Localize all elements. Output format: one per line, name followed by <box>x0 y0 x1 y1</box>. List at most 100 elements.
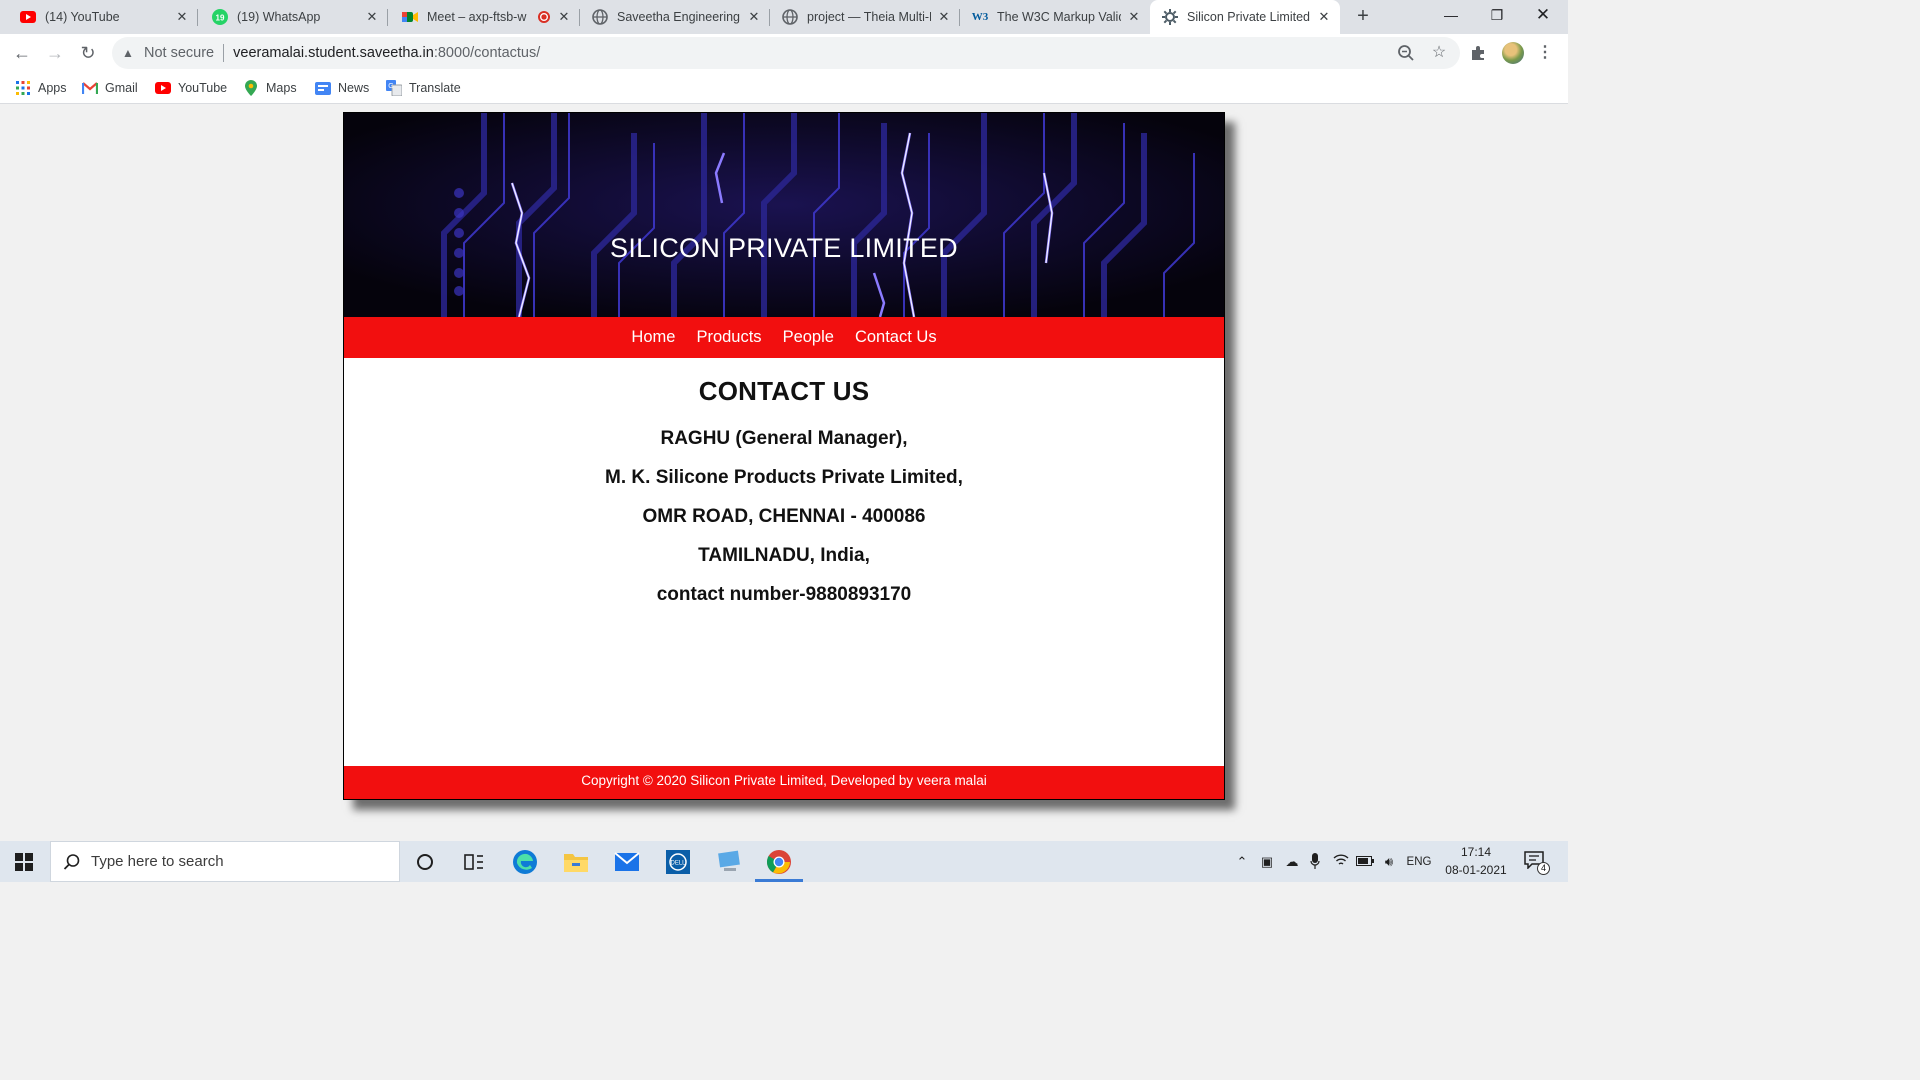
maps-pin-icon <box>243 80 259 96</box>
close-icon[interactable]: ✕ <box>936 9 952 25</box>
bookmarks-bar: Apps Gmail YouTube Maps News G Translate <box>0 72 1568 104</box>
tab-youtube[interactable]: (14) YouTube ✕ <box>0 0 198 34</box>
remote-desktop-icon[interactable] <box>714 847 744 877</box>
svg-text:DELL: DELL <box>670 861 686 867</box>
nav-people-link[interactable]: People <box>783 328 834 347</box>
menu-kebab-icon[interactable]: ⋮ <box>1536 44 1554 62</box>
tab-title: project — Theia Multi-L <box>807 10 931 24</box>
bookmark-youtube[interactable]: YouTube <box>155 78 227 98</box>
security-label[interactable]: Not secure <box>144 45 214 61</box>
action-center-button[interactable]: 4 <box>1524 851 1550 875</box>
start-button[interactable] <box>0 841 48 882</box>
site-footer: Copyright © 2020 Silicon Private Limited… <box>344 766 1224 799</box>
circuit-banner-image <box>344 113 1224 317</box>
zoom-icon[interactable] <box>1397 44 1415 62</box>
tab-theia[interactable]: project — Theia Multi-L ✕ <box>770 0 960 34</box>
meet-now-icon[interactable]: ▣ <box>1259 853 1275 871</box>
tab-title: The W3C Markup Valid <box>997 10 1121 24</box>
tab-silicon-private-limited[interactable]: Silicon Private Limited ✕ <box>1150 0 1340 34</box>
windows-taskbar: Type here to search DELL ⌃ ▣ ☁ 🔊︎ ENG 17… <box>0 841 1568 882</box>
bookmark-label: Apps <box>38 81 67 95</box>
page-viewport: SILICON PRIVATE LIMITED Home Products Pe… <box>0 105 1568 841</box>
translate-icon: G <box>386 80 402 96</box>
news-icon <box>315 80 331 96</box>
address-bar[interactable]: ▲ Not secure veeramalai.student.saveetha… <box>112 37 1460 69</box>
omnibox-divider <box>223 44 225 62</box>
chrome-icon[interactable] <box>764 847 794 877</box>
nav-home-link[interactable]: Home <box>631 328 675 347</box>
bookmark-news[interactable]: News <box>315 78 369 98</box>
new-tab-button[interactable]: + <box>1352 6 1374 28</box>
onedrive-cloud-icon[interactable]: ☁ <box>1282 853 1302 871</box>
url-path[interactable]: :8000/contactus/ <box>434 45 540 61</box>
globe-icon <box>782 9 798 25</box>
profile-avatar[interactable] <box>1502 42 1524 64</box>
tab-saveetha[interactable]: Saveetha Engineering C ✕ <box>580 0 770 34</box>
reload-button[interactable]: ↻ <box>76 41 100 65</box>
bookmark-maps[interactable]: Maps <box>243 78 297 98</box>
company-line: M. K. Silicone Products Private Limited, <box>605 467 963 488</box>
edge-browser-icon[interactable] <box>510 847 540 877</box>
site-title: SILICON PRIVATE LIMITED <box>610 233 958 263</box>
google-meet-icon <box>402 9 418 25</box>
dell-app-icon[interactable]: DELL <box>663 847 693 877</box>
gmail-icon <box>82 80 98 96</box>
close-icon[interactable]: ✕ <box>364 9 380 25</box>
mail-icon[interactable] <box>612 847 642 877</box>
cortana-icon[interactable] <box>410 847 440 877</box>
youtube-icon <box>20 9 36 25</box>
tab-meet[interactable]: Meet – axp-ftsb-w ✕ <box>388 0 580 34</box>
forward-button[interactable]: → <box>43 41 67 65</box>
notification-count-badge: 4 <box>1537 862 1550 875</box>
bookmark-gmail[interactable]: Gmail <box>82 78 138 98</box>
clock-time: 17:14 <box>1460 845 1492 859</box>
minimize-button[interactable]: — <box>1428 0 1474 32</box>
close-icon[interactable]: ✕ <box>556 9 572 25</box>
apps-grid-icon <box>15 80 31 96</box>
close-icon[interactable]: ✕ <box>174 9 190 25</box>
close-icon[interactable]: ✕ <box>746 9 762 25</box>
taskbar-search-box[interactable]: Type here to search <box>50 841 400 882</box>
restore-button[interactable]: ❐ <box>1474 0 1520 32</box>
task-view-icon[interactable] <box>459 847 489 877</box>
address-line: OMR ROAD, CHENNAI - 400086 <box>642 506 926 527</box>
show-hidden-icons-chevron-icon[interactable]: ⌃ <box>1234 853 1250 871</box>
bookmark-apps[interactable]: Apps <box>15 78 67 98</box>
taskbar-clock[interactable]: 17:14 08-01-2021 <box>1438 843 1514 879</box>
warning-icon[interactable]: ▲ <box>122 46 136 60</box>
recording-icon <box>538 11 550 23</box>
state-country-line: TAMILNADU, India, <box>698 545 870 566</box>
main-nav: Home Products People Contact Us <box>344 317 1224 358</box>
bookmark-label: Gmail <box>105 81 138 95</box>
extensions-puzzle-icon[interactable] <box>1470 44 1488 62</box>
bookmark-label: YouTube <box>178 81 228 95</box>
microphone-icon[interactable] <box>1308 853 1322 871</box>
volume-icon[interactable]: 🔊︎ <box>1380 853 1398 871</box>
bookmark-translate[interactable]: G Translate <box>386 78 461 98</box>
bookmark-star-icon[interactable]: ☆ <box>1430 44 1448 62</box>
bookmark-label: Maps <box>266 81 297 95</box>
whatsapp-icon: 19 <box>212 9 228 25</box>
close-icon[interactable]: ✕ <box>1316 9 1332 25</box>
back-button[interactable]: ← <box>10 41 34 65</box>
file-explorer-icon[interactable] <box>561 847 591 877</box>
windows-logo-icon <box>15 852 33 871</box>
globe-icon <box>592 9 608 25</box>
close-window-button[interactable]: ✕ <box>1520 0 1566 32</box>
nav-contact-us-link[interactable]: Contact Us <box>855 328 937 347</box>
browser-tab-strip: (14) YouTube ✕ 19 (19) WhatsApp ✕ Meet –… <box>0 0 1568 34</box>
gear-favicon-icon <box>1162 9 1178 25</box>
tab-title: Saveetha Engineering C <box>617 10 741 24</box>
input-language[interactable]: ENG <box>1404 853 1434 871</box>
w3c-icon: W3 <box>971 11 989 23</box>
active-app-indicator <box>755 879 803 882</box>
nav-products-link[interactable]: Products <box>696 328 761 347</box>
close-icon[interactable]: ✕ <box>1126 9 1142 25</box>
url-host[interactable]: veeramalai.student.saveetha.in <box>233 45 434 61</box>
wifi-icon[interactable] <box>1332 853 1350 871</box>
tab-w3c-validator[interactable]: W3 The W3C Markup Valid ✕ <box>960 0 1150 34</box>
tab-whatsapp[interactable]: 19 (19) WhatsApp ✕ <box>198 0 388 34</box>
browser-toolbar: ← → ↻ ▲ Not secure veeramalai.student.sa… <box>0 34 1568 72</box>
search-icon <box>63 853 81 871</box>
battery-icon[interactable] <box>1356 853 1374 871</box>
